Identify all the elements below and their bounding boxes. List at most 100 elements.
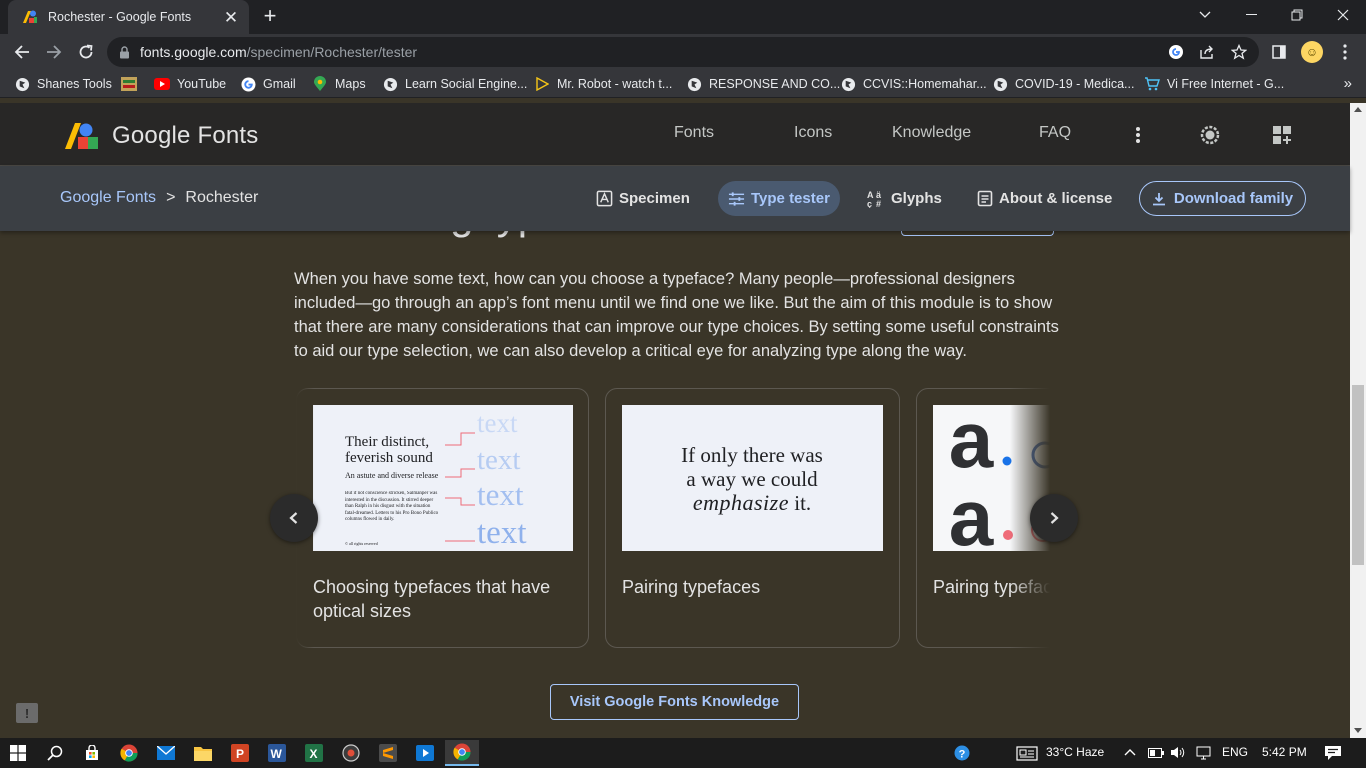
tune-icon xyxy=(728,191,745,206)
card-pairing-typefaces[interactable]: If only there was a way we could emphasi… xyxy=(605,388,900,648)
browser-tabstrip: Rochester - Google Fonts ✕ + xyxy=(0,0,1366,34)
search-taskbar-button[interactable] xyxy=(38,740,72,766)
page-scrollbar[interactable] xyxy=(1350,103,1366,738)
volume-icon[interactable] xyxy=(1170,746,1186,762)
scroll-down-icon[interactable] xyxy=(1354,728,1362,733)
browser-tab[interactable]: Rochester - Google Fonts ✕ xyxy=(8,0,249,34)
back-button[interactable] xyxy=(7,37,37,67)
battery-icon[interactable] xyxy=(1148,747,1164,761)
bookmark-item[interactable]: Learn Social Engine... xyxy=(382,74,527,94)
media-player-taskbar-button[interactable] xyxy=(334,740,368,766)
tab-about-license[interactable]: About & license xyxy=(977,181,1112,216)
restore-button[interactable] xyxy=(1274,0,1320,30)
reload-icon xyxy=(79,44,93,59)
close-window-button[interactable] xyxy=(1320,0,1366,30)
lock-icon[interactable] xyxy=(119,45,130,59)
help-tray-button[interactable]: ? xyxy=(945,740,979,766)
chrome-taskbar-button[interactable] xyxy=(112,740,146,766)
scroll-thumb[interactable] xyxy=(1352,385,1364,565)
share-icon[interactable] xyxy=(1198,43,1216,61)
heading-action-button[interactable] xyxy=(901,231,1054,236)
nav-knowledge[interactable]: Knowledge xyxy=(892,124,971,142)
avatar: ☺ xyxy=(1301,41,1323,63)
word-taskbar-button[interactable]: W xyxy=(260,740,294,766)
svg-text:W: W xyxy=(271,747,283,761)
network-icon[interactable] xyxy=(1195,746,1212,763)
bookmark-item[interactable]: RESPONSE AND CO... xyxy=(686,74,840,94)
bookmark-item[interactable]: Shanes Tools xyxy=(14,74,112,94)
notifications-icon[interactable] xyxy=(1324,745,1342,764)
theme-toggle-icon[interactable] xyxy=(1198,123,1222,147)
tab-specimen[interactable]: Specimen xyxy=(596,181,690,216)
profile-avatar[interactable]: ☺ xyxy=(1297,37,1327,67)
breadcrumb-root-link[interactable]: Google Fonts xyxy=(60,189,156,207)
nav-icons[interactable]: Icons xyxy=(794,124,832,142)
carousel-next-button[interactable] xyxy=(1030,494,1078,542)
globe-icon xyxy=(14,76,30,92)
chrome-active-taskbar-button[interactable] xyxy=(445,740,479,766)
store-icon xyxy=(86,745,98,760)
google-fonts-logo[interactable]: Google Fonts xyxy=(65,122,258,150)
excel-icon: X xyxy=(305,744,323,762)
nav-faq[interactable]: FAQ xyxy=(1039,124,1071,142)
card1-side-word: text xyxy=(477,444,521,476)
apps-grid-icon[interactable] xyxy=(1270,123,1294,147)
video-app-taskbar-button[interactable] xyxy=(408,740,442,766)
mail-taskbar-button[interactable] xyxy=(149,740,183,766)
visit-knowledge-button[interactable]: Visit Google Fonts Knowledge xyxy=(550,684,799,720)
address-bar[interactable]: fonts.google.com/specimen/Rochester/test… xyxy=(107,37,1259,67)
bookmarks-overflow-button[interactable]: » xyxy=(1344,75,1352,92)
tab-type-tester[interactable]: Type tester xyxy=(718,181,840,216)
card2-line1: If only there was xyxy=(681,443,823,467)
feedback-icon[interactable]: ! xyxy=(16,703,38,723)
play-icon xyxy=(534,76,550,92)
bookmark-item[interactable]: YouTube xyxy=(154,74,226,94)
menu-kebab-icon[interactable] xyxy=(1330,37,1360,67)
bookmark-item[interactable]: Vi Free Internet - G... xyxy=(1144,74,1284,94)
bookmark-item[interactable]: CCVIS::Homemahar... xyxy=(840,74,987,94)
more-vert-icon[interactable] xyxy=(1126,123,1150,147)
reload-button[interactable] xyxy=(71,37,101,67)
powerpoint-icon: P xyxy=(231,744,249,762)
store-taskbar-button[interactable] xyxy=(75,740,109,766)
carousel-prev-button[interactable] xyxy=(270,494,318,542)
bookmark-item[interactable]: COVID-19 - Medica... xyxy=(992,74,1134,94)
windows-taskbar: P W X ? 33°C Haze ENG 5:42 PM xyxy=(0,738,1366,768)
scroll-up-icon[interactable] xyxy=(1354,107,1362,112)
show-hidden-icons-icon[interactable] xyxy=(1124,745,1136,759)
news-widget-button[interactable] xyxy=(1010,740,1044,766)
nav-fonts[interactable]: Fonts xyxy=(674,124,714,142)
forward-button[interactable] xyxy=(39,37,69,67)
file-explorer-taskbar-button[interactable] xyxy=(186,740,220,766)
card-optical-sizes[interactable]: Their distinct, feverish sound An astute… xyxy=(296,388,589,648)
card2-line2: a way we could xyxy=(686,467,818,491)
google-lens-icon[interactable] xyxy=(1167,43,1185,61)
chrome-icon xyxy=(120,744,138,762)
excel-taskbar-button[interactable]: X xyxy=(297,740,331,766)
language-indicator[interactable]: ENG xyxy=(1222,745,1248,759)
new-tab-button[interactable]: + xyxy=(259,4,281,30)
tab-close-icon[interactable]: ✕ xyxy=(223,9,239,26)
card1-paragraph: But if not conscience stricken, Salmanpe… xyxy=(345,491,439,523)
bookmark-item[interactable] xyxy=(121,74,144,94)
clock-time[interactable]: 5:42 PM xyxy=(1262,745,1307,759)
start-button[interactable] xyxy=(1,740,35,766)
bookmark-item[interactable]: Maps xyxy=(312,74,366,94)
bookmark-star-icon[interactable] xyxy=(1230,43,1248,61)
bookmark-item[interactable]: Mr. Robot - watch t... xyxy=(534,74,672,94)
side-panel-icon[interactable] xyxy=(1264,37,1294,67)
weather-text[interactable]: 33°C Haze xyxy=(1046,745,1104,759)
minimize-button[interactable] xyxy=(1228,0,1274,30)
card1-line3: An astute and diverse release xyxy=(345,471,439,480)
article-icon xyxy=(977,190,993,207)
powerpoint-taskbar-button[interactable]: P xyxy=(223,740,257,766)
globe-icon xyxy=(840,76,856,92)
sublime-taskbar-button[interactable] xyxy=(371,740,405,766)
tab-search-icon[interactable] xyxy=(1182,0,1228,30)
globe-icon xyxy=(992,76,1008,92)
bookmark-item[interactable]: Gmail xyxy=(240,74,296,94)
download-family-button[interactable]: Download family xyxy=(1139,181,1306,216)
site-logo-text: Google Fonts xyxy=(112,122,259,149)
glyphs-icon: Aäç # xyxy=(867,190,882,208)
tab-glyphs[interactable]: Aä ç # Glyphs xyxy=(867,181,942,216)
